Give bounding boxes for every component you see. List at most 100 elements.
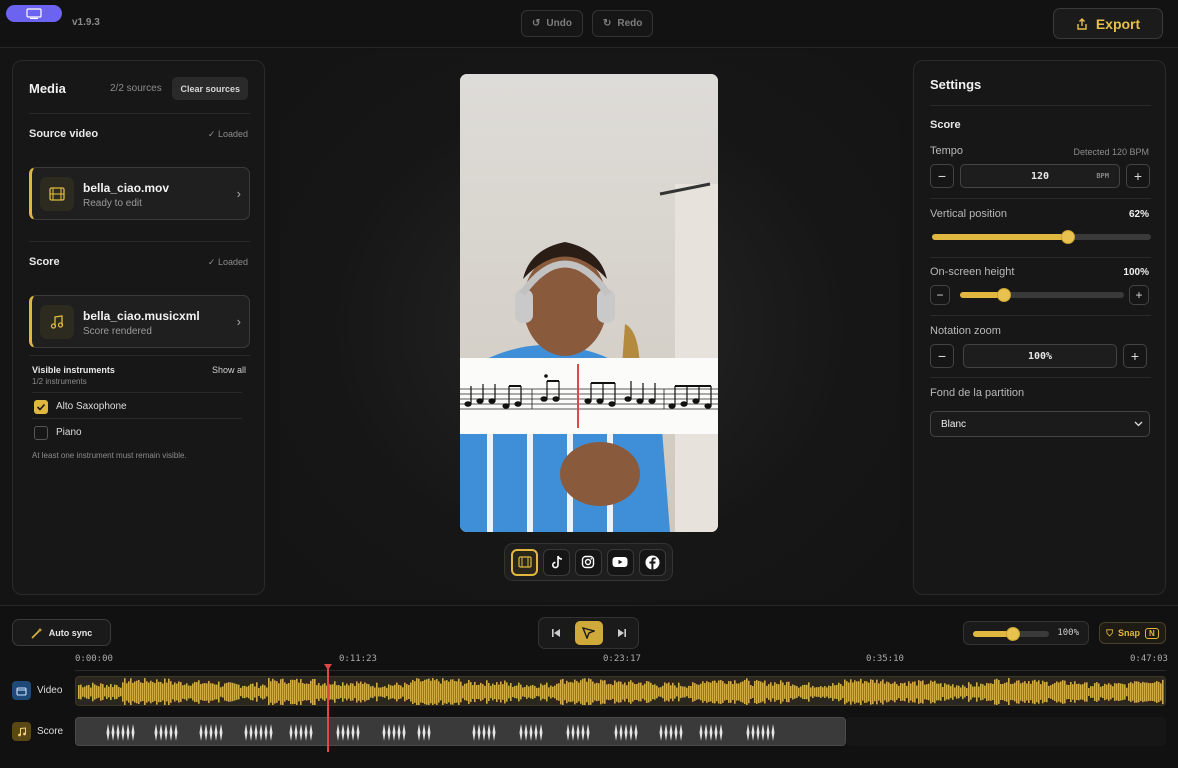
score-file-card[interactable]: bella_ciao.musicxml Score rendered › — [29, 295, 250, 348]
platform-instagram-button[interactable] — [574, 548, 602, 576]
notation-zoom-input[interactable]: 100% — [963, 344, 1117, 368]
instrument-row-piano[interactable]: Piano — [32, 424, 242, 446]
height-decrease-button[interactable]: − — [930, 285, 950, 305]
waveform-bar — [248, 685, 250, 699]
snap-toggle[interactable]: ⛉ Snap N — [1099, 622, 1166, 644]
auto-sync-button[interactable]: Auto sync — [12, 619, 111, 646]
slider-thumb[interactable] — [1006, 627, 1020, 641]
waveform-bar — [82, 687, 84, 697]
waveform-bar — [190, 685, 192, 699]
waveform-bar — [1098, 683, 1100, 701]
score-track-lane[interactable] — [75, 717, 846, 746]
play-button[interactable] — [574, 621, 603, 645]
note-marker — [341, 724, 345, 741]
waveform-bar — [284, 682, 286, 702]
playhead-handle[interactable] — [324, 664, 332, 670]
show-all-link[interactable]: Show all — [212, 365, 246, 375]
waveform-bar — [490, 685, 492, 699]
onscreen-height-slider[interactable] — [960, 288, 1124, 302]
waveform-bar — [1158, 681, 1160, 703]
platform-facebook-button[interactable] — [638, 548, 666, 576]
waveform-bar — [874, 682, 876, 702]
waveform-bar — [646, 681, 648, 703]
app-logo[interactable] — [6, 5, 62, 22]
checkbox-unchecked[interactable] — [34, 426, 48, 440]
waveform-bar — [618, 681, 620, 703]
waveform-bar — [876, 679, 878, 705]
waveform-bar — [682, 686, 684, 698]
waveform-bar — [562, 678, 564, 705]
waveform-bar — [348, 685, 350, 699]
divider — [29, 113, 250, 114]
waveform-bar — [128, 681, 130, 703]
waveform-bar — [662, 685, 664, 699]
waveform-bar — [746, 678, 748, 705]
background-select[interactable]: Blanc — [930, 411, 1150, 437]
instruments-note: At least one instrument must remain visi… — [32, 451, 187, 460]
note-marker — [254, 724, 258, 741]
waveform-bar — [660, 687, 662, 697]
waveform-bar — [136, 680, 138, 704]
clear-sources-button[interactable]: Clear sources — [172, 77, 248, 100]
waveform-bar — [920, 681, 922, 703]
waveform-bar — [88, 684, 90, 700]
waveform-bar — [984, 685, 986, 699]
waveform-bar — [834, 685, 836, 699]
waveform-bar — [884, 683, 886, 701]
source-video-card[interactable]: bella_ciao.mov Ready to edit › — [29, 167, 250, 220]
vertical-position-slider[interactable] — [932, 230, 1151, 244]
divider — [32, 418, 242, 419]
waveform-bar — [368, 684, 370, 700]
waveform-bar — [754, 680, 756, 704]
waveform-bar — [550, 685, 552, 699]
waveform-bar — [838, 682, 840, 702]
zoom-decrease-button[interactable]: − — [930, 344, 954, 368]
waveform-bar — [600, 679, 602, 705]
export-button[interactable]: Export — [1053, 8, 1163, 39]
waveform-bar — [932, 681, 934, 703]
slider-thumb[interactable] — [1061, 230, 1075, 244]
waveform-bar — [172, 684, 174, 700]
waveform-bar — [1030, 683, 1032, 701]
waveform-bar — [1034, 679, 1036, 705]
skip-forward-button[interactable] — [608, 621, 636, 645]
instrument-label: Alto Saxophone — [56, 401, 127, 412]
waveform-bar — [784, 685, 786, 699]
divider — [930, 257, 1151, 258]
waveform-bar — [1060, 681, 1062, 703]
waveform-bar — [222, 686, 224, 698]
slider-thumb[interactable] — [997, 288, 1011, 302]
waveform-bar — [244, 685, 246, 699]
waveform-bar — [918, 680, 920, 704]
redo-button[interactable]: ↻ Redo — [592, 10, 654, 37]
waveform-bar — [428, 678, 430, 705]
waveform-bar — [650, 682, 652, 702]
platform-original-button[interactable] — [511, 548, 539, 576]
video-preview[interactable] — [460, 74, 718, 532]
waveform-bar — [856, 681, 858, 703]
waveform-bar — [956, 685, 958, 699]
waveform-bar — [912, 681, 914, 703]
height-increase-button[interactable]: + — [1129, 285, 1149, 305]
waveform-bar — [166, 682, 168, 702]
waveform-bar — [226, 682, 228, 702]
checkbox-checked[interactable] — [34, 400, 48, 414]
waveform-bar — [970, 684, 972, 700]
tempo-decrease-button[interactable]: − — [930, 164, 954, 188]
instrument-row-alto-saxophone[interactable]: Alto Saxophone — [32, 398, 242, 420]
playhead[interactable] — [327, 664, 329, 752]
platform-youtube-button[interactable] — [606, 548, 634, 576]
undo-button[interactable]: ↺ Undo — [521, 10, 583, 37]
waveform-bar — [968, 682, 970, 702]
platform-tiktok-button[interactable] — [543, 548, 571, 576]
skip-back-button[interactable] — [542, 621, 570, 645]
note-marker — [121, 724, 125, 741]
tempo-increase-button[interactable]: + — [1126, 164, 1150, 188]
waveform-bar — [1018, 680, 1020, 704]
tempo-input[interactable]: 120 BPM — [960, 164, 1120, 188]
video-track-lane[interactable] — [75, 676, 1166, 706]
note-marker — [674, 724, 678, 741]
zoom-increase-button[interactable]: + — [1123, 344, 1147, 368]
note-marker — [766, 724, 770, 741]
timeline-zoom-slider[interactable] — [973, 627, 1049, 641]
